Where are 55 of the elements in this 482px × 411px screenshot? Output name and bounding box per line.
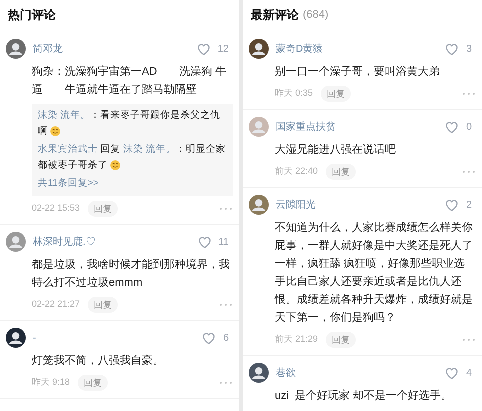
- comment-time: 昨天 9:18: [32, 376, 70, 390]
- heart-icon[interactable]: [196, 42, 211, 56]
- comment-text: uzi 是个好玩家 却不是一个好选手。: [275, 388, 454, 404]
- section-title: 热门评论: [8, 7, 56, 24]
- like-count: 12: [218, 42, 229, 56]
- like-count: 11: [218, 236, 229, 250]
- more-options-icon[interactable]: [219, 207, 233, 211]
- comment-text: 狗杂：洗澡狗宇宙第一AD 洗澡狗 牛逼 牛逼就牛逼在了踏马勒隔壁: [32, 64, 228, 98]
- username[interactable]: 巷欲: [276, 366, 438, 380]
- reply-button[interactable]: 回复: [88, 297, 118, 313]
- username[interactable]: 云隙阳光: [276, 198, 438, 212]
- more-options-icon[interactable]: [219, 303, 233, 307]
- more-replies-link[interactable]: 共11条回复>>: [38, 176, 227, 192]
- avatar-icon[interactable]: [249, 39, 269, 59]
- reply-button[interactable]: 回复: [326, 164, 356, 180]
- comment-time: 02-22 21:27: [32, 298, 80, 312]
- reply-text: 沫染 流年。：看来枣子哥跟你是杀父之仇啊: [38, 109, 222, 139]
- avatar-icon[interactable]: [249, 363, 269, 383]
- comment-time: 前天 21:29: [275, 333, 318, 346]
- reply-button[interactable]: 回复: [326, 332, 356, 348]
- comment-text: 大湿兄能进八强在说话吧: [275, 143, 397, 158]
- username[interactable]: 简邓龙: [33, 42, 190, 56]
- more-options-icon[interactable]: [462, 338, 476, 342]
- comment-text: 不知道为什么，人家比赛成绩怎么样关你屁事，一群人就好像是中大奖还是死人了一样，疯狂舔 疯狂喷，好像那些职业选手比自己家人还要亲近或者是比仇人还恨。成绩差就各种升天爆炸，成绩好就是天下第一，你们是狗吗？: [275, 220, 474, 326]
- comment-time: 昨天 0:35: [275, 87, 314, 100]
- avatar-icon[interactable]: [6, 328, 26, 348]
- like-count: 4: [466, 366, 472, 380]
- reply-button[interactable]: 回复: [321, 86, 352, 102]
- heart-icon[interactable]: [445, 42, 460, 56]
- like-count: 2: [466, 198, 472, 212]
- comment-count: (684): [303, 8, 329, 23]
- comment-time: 02-22 15:53: [32, 202, 80, 216]
- like-count: 6: [223, 332, 229, 346]
- username[interactable]: -: [33, 330, 196, 346]
- more-options-icon[interactable]: [462, 92, 476, 96]
- heart-icon[interactable]: [445, 198, 460, 212]
- more-options-icon[interactable]: [462, 170, 476, 174]
- username[interactable]: 国家重点扶贫: [276, 120, 438, 134]
- reply-button[interactable]: 回复: [78, 375, 108, 391]
- like-count: 0: [466, 120, 472, 134]
- comment-text: 别一口一个澡子哥，要叫浴黄大弟: [275, 65, 441, 80]
- heart-icon[interactable]: [445, 366, 460, 380]
- username[interactable]: 林深时见鹿.♡: [33, 234, 191, 250]
- username[interactable]: 蒙奇D黄猿: [276, 42, 438, 56]
- comment-text: 灯笼我不简，八强我自豪。: [32, 354, 165, 369]
- like-count: 3: [466, 42, 472, 56]
- heart-icon[interactable]: [445, 120, 460, 134]
- reply-button[interactable]: 回复: [88, 201, 118, 217]
- more-options-icon[interactable]: [219, 381, 233, 385]
- comment-text: 都是垃圾，我啥时候才能到那种境界，我特么打不过垃圾emmm: [32, 258, 231, 291]
- comment-time: 前天 22:40: [275, 165, 318, 178]
- reply-text: 水果宾治武士 回复 沫染 流年。：明显全家都被枣子哥杀了: [38, 143, 227, 173]
- heart-icon[interactable]: [202, 332, 216, 344]
- section-title: 最新评论: [251, 7, 299, 24]
- heart-icon[interactable]: [198, 236, 212, 248]
